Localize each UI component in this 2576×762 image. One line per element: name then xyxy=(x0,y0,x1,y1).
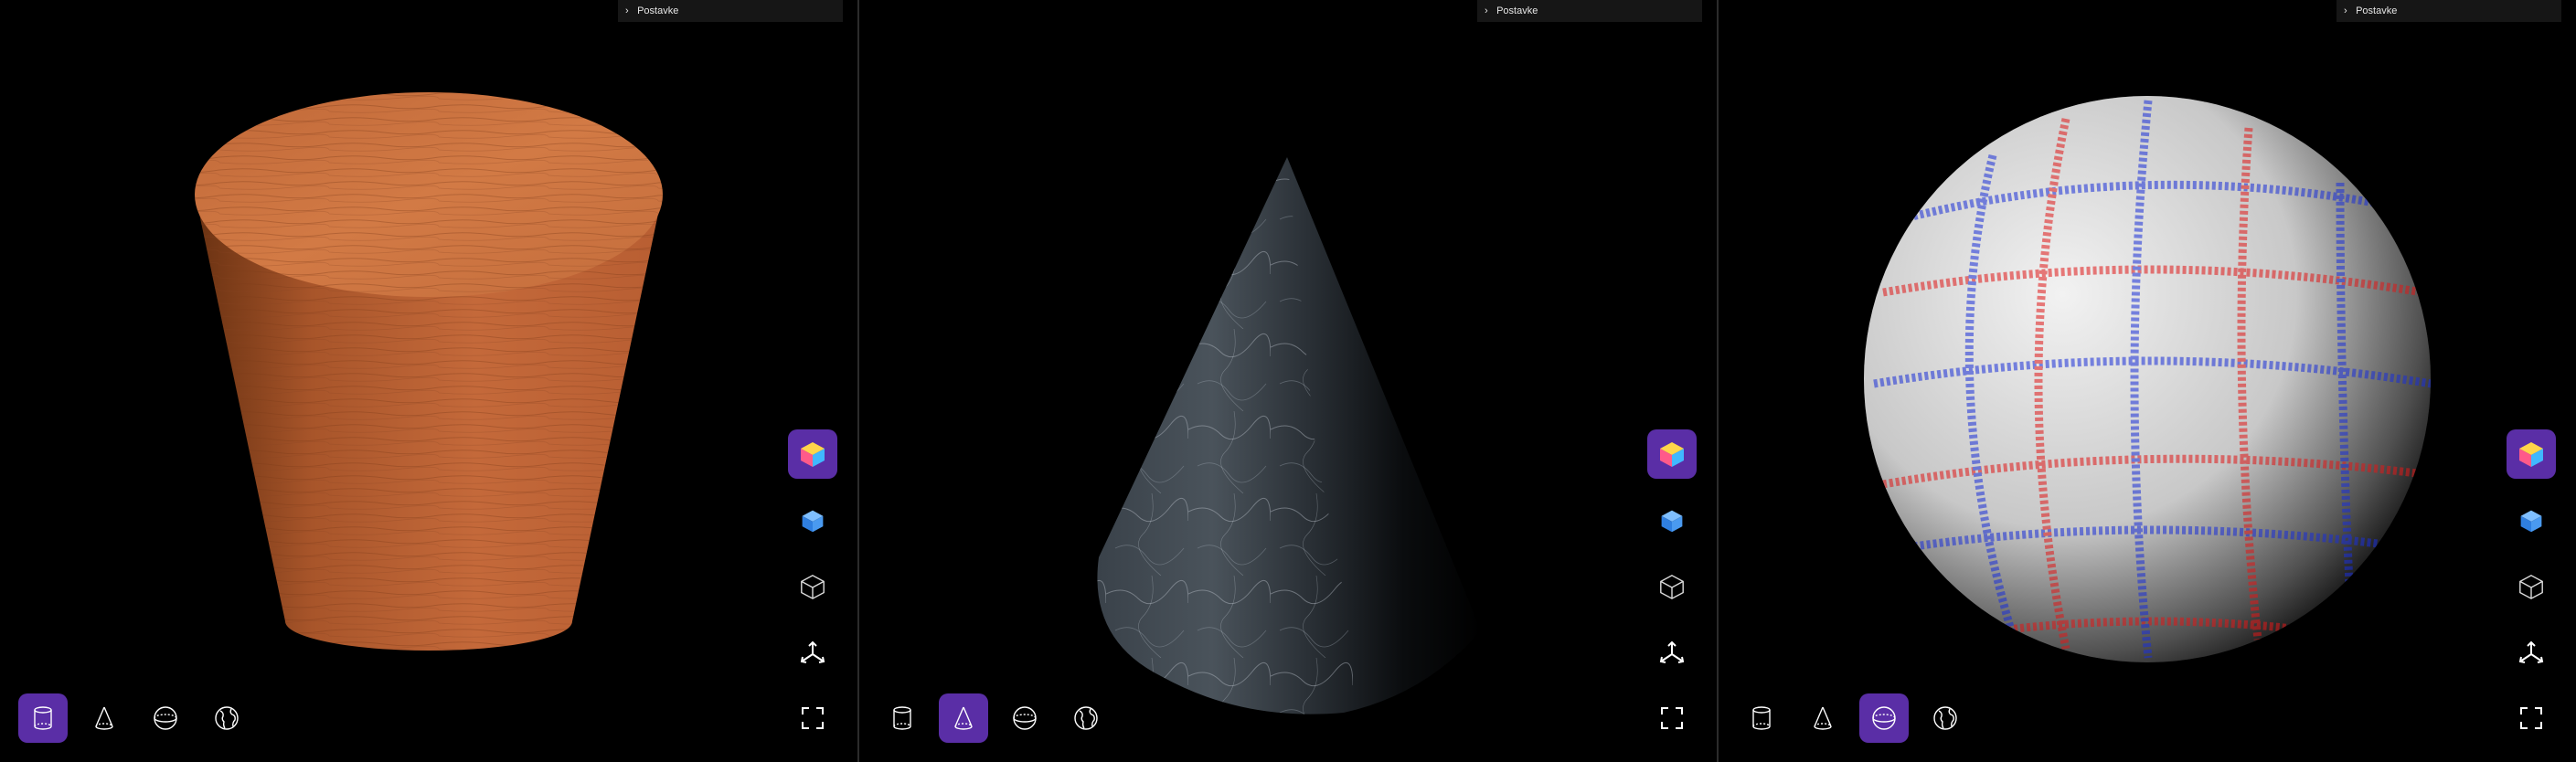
shape-cone-button[interactable] xyxy=(939,693,988,743)
blue-cube-icon xyxy=(1661,510,1683,533)
color-cube-icon xyxy=(801,442,825,467)
wireframe-cube-icon xyxy=(1660,575,1684,599)
globe-icon xyxy=(1933,706,1957,730)
blue-cube-icon xyxy=(802,510,824,533)
shape-sphere-button[interactable] xyxy=(141,693,190,743)
sphere-model xyxy=(1864,96,2431,662)
fullscreen-icon xyxy=(1661,707,1683,729)
cylinder-icon xyxy=(893,706,911,730)
axes-icon xyxy=(2518,640,2544,663)
axes-button[interactable] xyxy=(1647,629,1697,678)
cylinder-model xyxy=(195,92,663,651)
shape-globe-button[interactable] xyxy=(1061,693,1111,743)
cone-icon xyxy=(954,706,973,730)
axes-button[interactable] xyxy=(2507,629,2556,678)
sphere-icon xyxy=(154,706,177,730)
axes-button[interactable] xyxy=(788,629,837,678)
axes-icon xyxy=(1659,640,1685,663)
cone-icon xyxy=(95,706,113,730)
sphere-icon xyxy=(1013,706,1037,730)
wireframe-cube-icon xyxy=(2519,575,2543,599)
shape-cone-button[interactable] xyxy=(80,693,129,743)
solid-cube-button[interactable] xyxy=(2507,496,2556,545)
wireframe-button[interactable] xyxy=(2507,562,2556,611)
cone-model xyxy=(1097,157,1481,714)
globe-icon xyxy=(1074,706,1098,730)
viewport-panel-cylinder: › Postavke xyxy=(0,0,857,762)
color-cube-button[interactable] xyxy=(788,429,837,479)
shape-cylinder-button[interactable] xyxy=(878,693,927,743)
wireframe-button[interactable] xyxy=(788,562,837,611)
viewport-panel-sphere: › Postavke xyxy=(1719,0,2576,762)
fullscreen-button[interactable] xyxy=(788,693,837,743)
blue-cube-icon xyxy=(2520,510,2542,533)
sphere-icon xyxy=(1872,706,1896,730)
3d-canvas[interactable] xyxy=(1719,0,2576,762)
wireframe-cube-icon xyxy=(801,575,825,599)
shape-globe-button[interactable] xyxy=(202,693,251,743)
axes-icon xyxy=(800,640,825,663)
color-cube-icon xyxy=(2519,442,2543,467)
3d-canvas[interactable] xyxy=(859,0,1717,762)
shape-cylinder-button[interactable] xyxy=(1737,693,1786,743)
solid-cube-button[interactable] xyxy=(788,496,837,545)
fullscreen-button[interactable] xyxy=(2507,693,2556,743)
shape-cylinder-button[interactable] xyxy=(18,693,68,743)
viewport-panel-cone: › Postavke xyxy=(859,0,1717,762)
shape-sphere-button[interactable] xyxy=(1859,693,1909,743)
shape-globe-button[interactable] xyxy=(1921,693,1970,743)
fullscreen-icon xyxy=(2520,707,2542,729)
globe-icon xyxy=(215,706,239,730)
shape-sphere-button[interactable] xyxy=(1000,693,1049,743)
shape-cone-button[interactable] xyxy=(1798,693,1847,743)
3d-canvas[interactable] xyxy=(0,0,857,762)
solid-cube-button[interactable] xyxy=(1647,496,1697,545)
fullscreen-button[interactable] xyxy=(1647,693,1697,743)
wireframe-button[interactable] xyxy=(1647,562,1697,611)
color-cube-button[interactable] xyxy=(1647,429,1697,479)
cylinder-icon xyxy=(34,706,52,730)
color-cube-icon xyxy=(1660,442,1684,467)
cone-icon xyxy=(1814,706,1832,730)
fullscreen-icon xyxy=(802,707,824,729)
color-cube-button[interactable] xyxy=(2507,429,2556,479)
cylinder-icon xyxy=(1752,706,1771,730)
